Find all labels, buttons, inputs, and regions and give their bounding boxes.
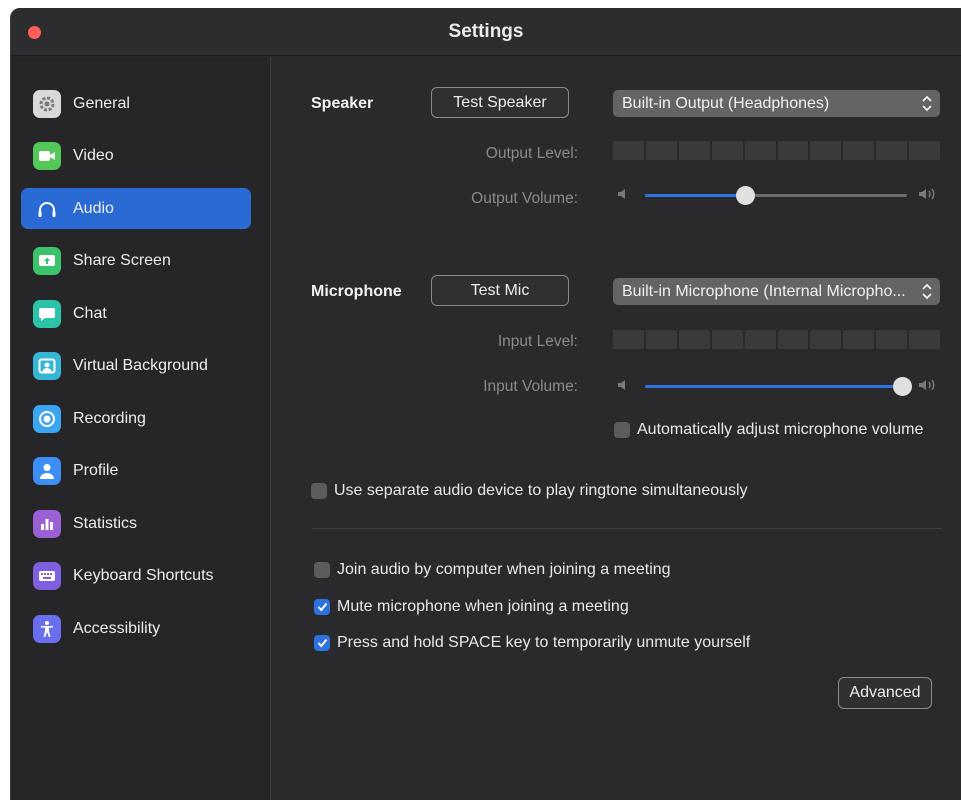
virtual-background-icon — [33, 351, 61, 380]
input-level-label: Input Level: — [497, 333, 578, 350]
keyboard-icon — [33, 561, 61, 590]
video-camera-icon — [33, 141, 61, 170]
speaker-device-value: Built-in Output (Headphones) — [622, 94, 830, 112]
sidebar-item-general[interactable]: General — [21, 83, 251, 124]
sidebar-item-label: Statistics — [73, 514, 138, 532]
checkbox-label: Use separate audio device to play ringto… — [334, 482, 748, 499]
volume-low-icon — [618, 189, 625, 199]
speaker-device-select[interactable]: Built-in Output (Headphones) — [613, 90, 940, 117]
input-volume-label: Input Volume: — [483, 378, 578, 395]
microphone-device-select[interactable]: Built-in Microphone (Internal Micropho..… — [613, 278, 940, 305]
microphone-label: Microphone — [311, 283, 402, 300]
output-volume-label: Output Volume: — [471, 190, 578, 207]
checkbox[interactable] — [314, 562, 330, 578]
advanced-button[interactable]: Advanced — [838, 677, 932, 709]
sidebar-item-profile[interactable]: Profile — [21, 450, 251, 491]
slider-knob[interactable] — [735, 186, 755, 205]
slider-track — [645, 186, 907, 205]
title-bar: Settings — [11, 8, 961, 56]
output-level-meter — [613, 141, 941, 160]
speaker-label: Speaker — [311, 95, 374, 112]
accessibility-icon — [33, 614, 61, 643]
sidebar-item-label: Chat — [73, 304, 107, 322]
checkbox[interactable] — [314, 599, 330, 615]
output-volume-slider[interactable] — [613, 184, 940, 206]
gear-icon — [33, 89, 61, 118]
mute-mic-on-join-checkbox[interactable]: Mute microphone when joining a meeting — [314, 598, 629, 616]
checkmark-icon — [317, 638, 327, 648]
checkbox-label: Join audio by computer when joining a me… — [337, 561, 671, 578]
slider-fill — [645, 194, 745, 197]
volume-high-icon — [919, 188, 935, 200]
auto-adjust-mic-checkbox[interactable]: Automatically adjust microphone volume — [614, 421, 923, 439]
slider-knob[interactable] — [892, 377, 912, 396]
volume-high-icon — [919, 379, 935, 391]
audio-settings-panel: Speaker Test Speaker Built-in Output (He… — [272, 57, 961, 800]
chevron-updown-icon — [922, 283, 932, 300]
checkbox[interactable] — [311, 483, 327, 499]
checkbox-label: Press and hold SPACE key to temporarily … — [337, 634, 751, 651]
input-volume-slider[interactable] — [613, 375, 940, 397]
test-speaker-button[interactable]: Test Speaker — [431, 87, 569, 118]
sidebar-item-label: Virtual Background — [73, 356, 208, 374]
sidebar-item-statistics[interactable]: Statistics — [21, 503, 251, 544]
checkmark-icon — [317, 602, 327, 612]
test-mic-button[interactable]: Test Mic — [431, 275, 569, 306]
window-title: Settings — [448, 21, 524, 42]
checkbox[interactable] — [314, 635, 330, 651]
separate-ringtone-device-checkbox[interactable]: Use separate audio device to play ringto… — [311, 482, 748, 500]
sidebar-item-label: Profile — [73, 461, 119, 479]
microphone-device-value: Built-in Microphone (Internal Micropho..… — [622, 282, 906, 300]
sidebar-item-accessibility[interactable]: Accessibility — [21, 608, 251, 649]
checkbox[interactable] — [614, 422, 630, 438]
join-audio-by-computer-checkbox[interactable]: Join audio by computer when joining a me… — [314, 561, 671, 579]
input-level-meter — [613, 330, 941, 349]
sidebar-item-label: Share Screen — [73, 251, 171, 269]
volume-low-icon — [618, 380, 625, 390]
chat-bubble-icon — [33, 299, 61, 328]
sidebar-item-share-screen[interactable]: Share Screen — [21, 240, 251, 281]
sidebar-item-label: Accessibility — [73, 619, 161, 637]
sidebar-item-label: General — [73, 94, 130, 112]
sidebar-item-virtual-background[interactable]: Virtual Background — [21, 345, 251, 386]
checkbox-label: Automatically adjust microphone volume — [637, 421, 924, 438]
sidebar-item-recording[interactable]: Recording — [21, 398, 251, 439]
sidebar-item-chat[interactable]: Chat — [21, 293, 251, 334]
recording-icon — [33, 404, 61, 433]
section-divider — [312, 528, 942, 529]
headphones-icon — [33, 195, 61, 223]
chevron-updown-icon — [922, 95, 932, 112]
sidebar-item-label: Recording — [73, 409, 146, 427]
profile-icon — [33, 456, 61, 485]
share-screen-icon — [33, 246, 61, 275]
sidebar-item-label: Audio — [73, 199, 114, 217]
sidebar-item-video[interactable]: Video — [21, 135, 251, 176]
output-level-label: Output Level: — [485, 145, 578, 162]
statistics-icon — [33, 509, 61, 538]
slider-track — [645, 377, 912, 396]
slider-fill — [645, 385, 902, 388]
sidebar-item-label: Keyboard Shortcuts — [73, 566, 214, 584]
sidebar-item-audio[interactable]: Audio — [21, 188, 251, 229]
sidebar-item-keyboard-shortcuts[interactable]: Keyboard Shortcuts — [21, 555, 251, 596]
settings-window: Settings General Video Audio Share Scree… — [10, 8, 961, 800]
sidebar: General Video Audio Share Screen Chat Vi… — [11, 57, 271, 800]
space-to-unmute-checkbox[interactable]: Press and hold SPACE key to temporarily … — [314, 634, 750, 652]
sidebar-item-label: Video — [73, 146, 114, 164]
checkbox-label: Mute microphone when joining a meeting — [337, 598, 629, 615]
